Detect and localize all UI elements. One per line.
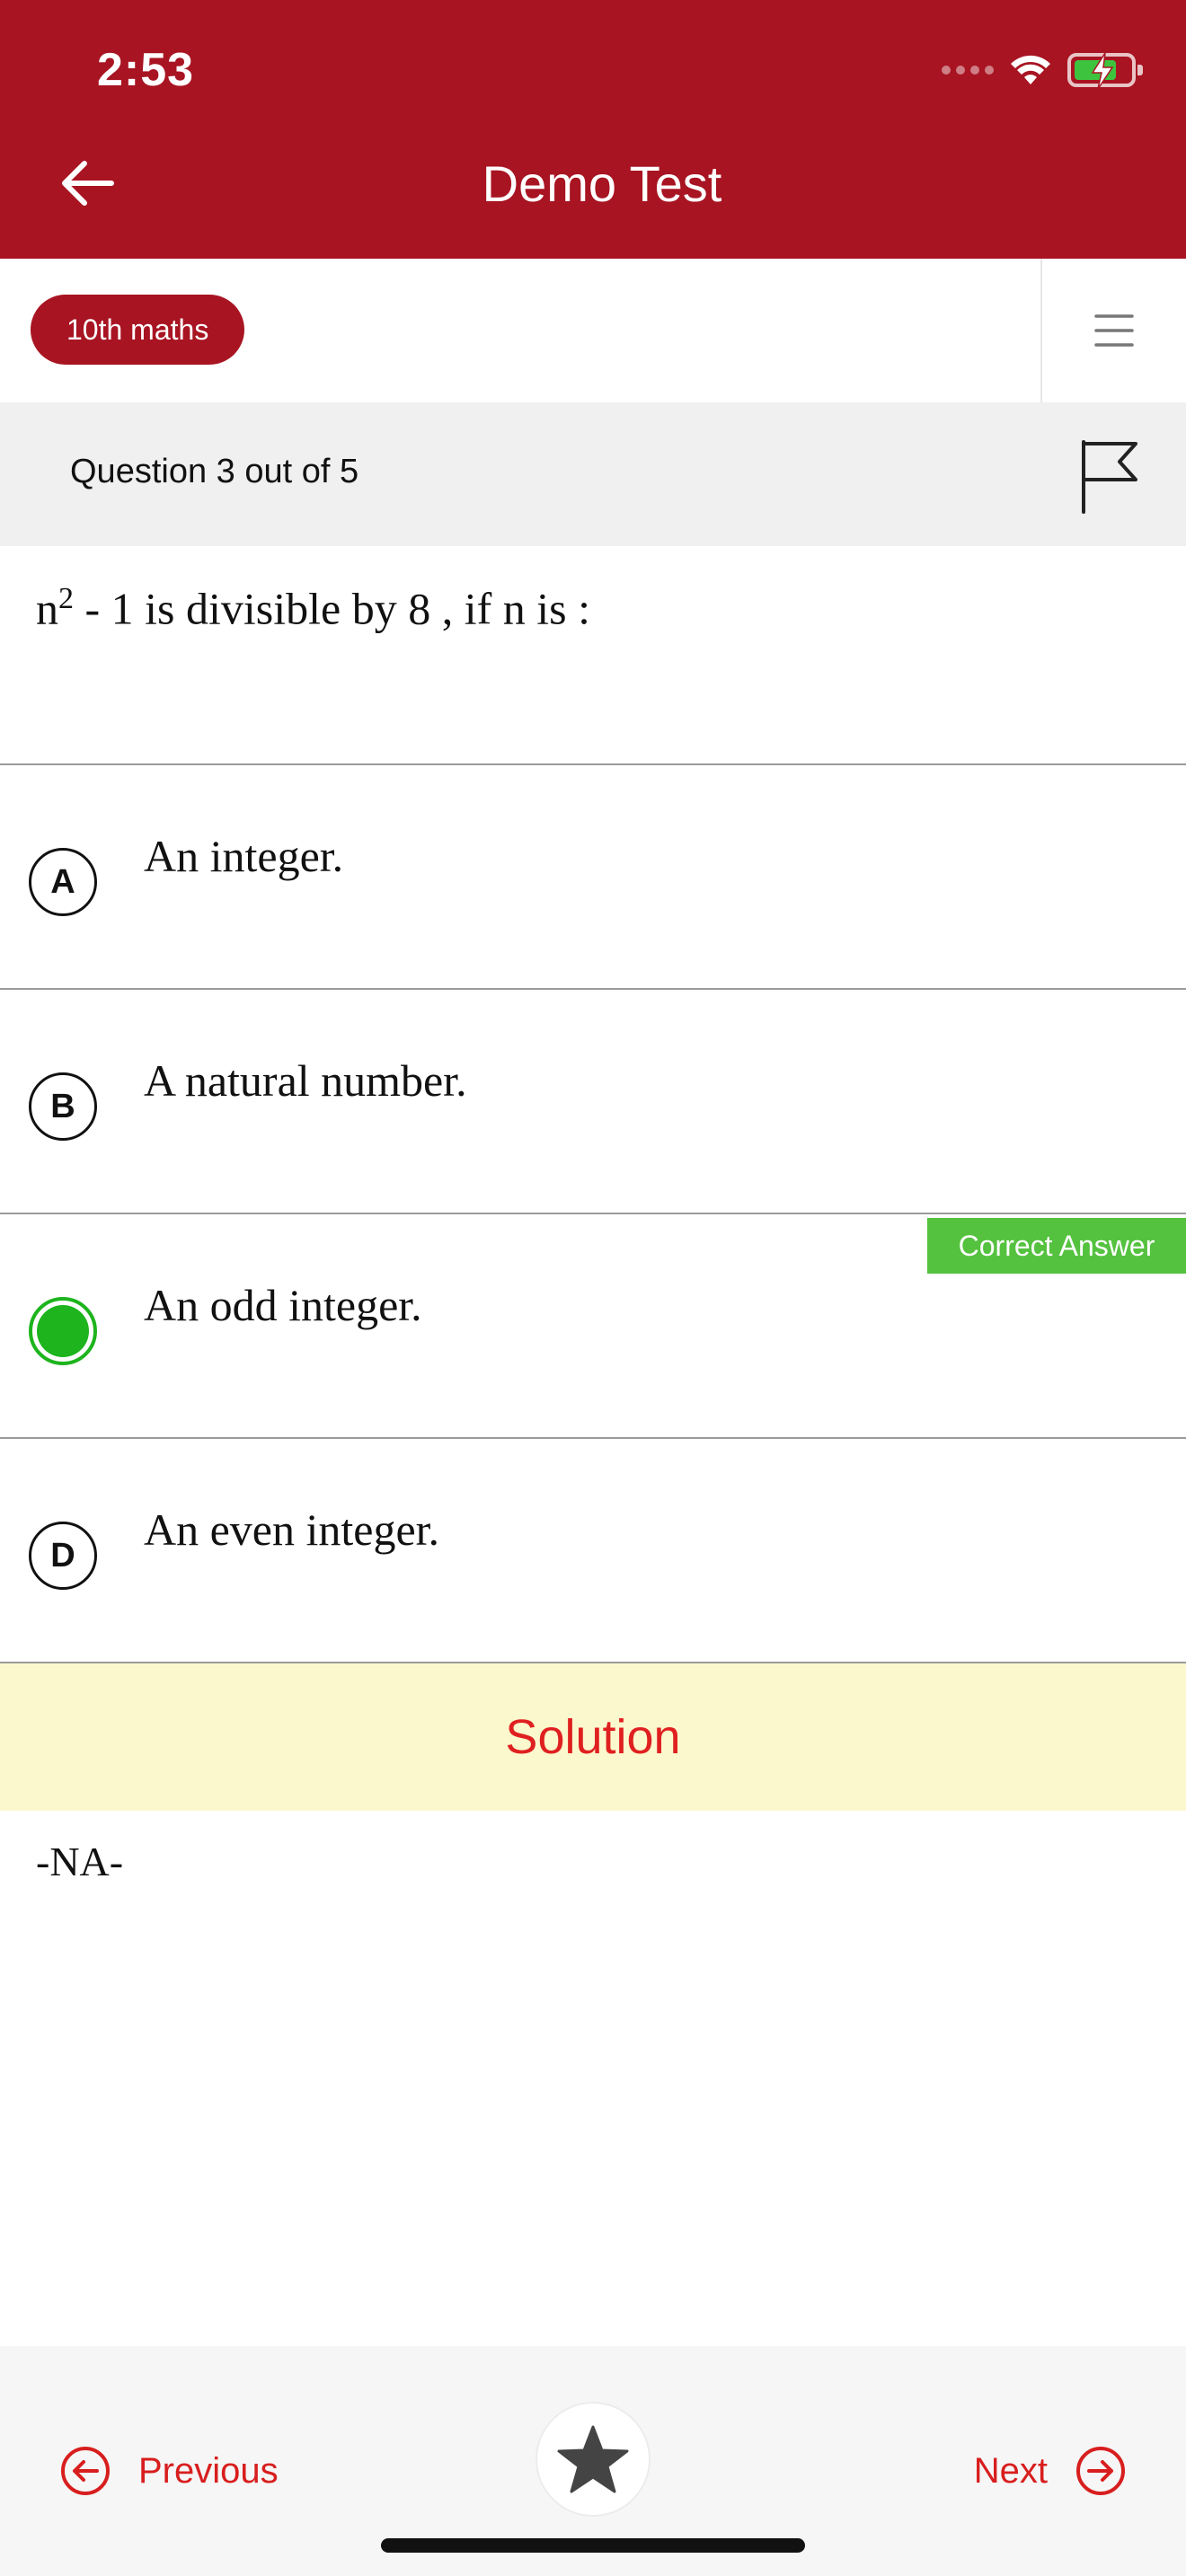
solution-text: -NA- bbox=[36, 1839, 124, 1884]
menu-button[interactable] bbox=[1040, 259, 1186, 402]
option-a[interactable]: A An integer. bbox=[0, 767, 1186, 990]
option-text-a: An integer. bbox=[144, 831, 344, 881]
arrow-circle-right-icon bbox=[1076, 2447, 1125, 2495]
solution-header: Solution bbox=[0, 1663, 1186, 1811]
star-icon bbox=[557, 2425, 629, 2493]
flag-question-button[interactable] bbox=[1073, 437, 1145, 517]
status-icons bbox=[942, 49, 1143, 92]
previous-label: Previous bbox=[138, 2450, 279, 2491]
option-text-d: An even integer. bbox=[144, 1504, 440, 1555]
option-b[interactable]: B A natural number. bbox=[0, 992, 1186, 1214]
solution-title: Solution bbox=[505, 1710, 681, 1764]
selected-radio-icon bbox=[29, 1297, 97, 1365]
flag-icon bbox=[1082, 440, 1137, 514]
option-letter-d: D bbox=[29, 1522, 97, 1590]
page-title: Demo Test bbox=[482, 155, 722, 212]
next-button[interactable]: Next bbox=[974, 2445, 1127, 2497]
app-header: 2:53 Demo Test bbox=[0, 0, 1186, 259]
status-time: 2:53 bbox=[97, 44, 195, 96]
option-c[interactable]: Correct Answer An odd integer. bbox=[0, 1216, 1186, 1439]
bookmark-star-button[interactable] bbox=[535, 2402, 651, 2517]
subject-pill[interactable]: 10th maths bbox=[31, 295, 245, 365]
option-text-c: An odd integer. bbox=[144, 1280, 422, 1330]
question-info-bar: Question 3 out of 5 bbox=[0, 402, 1186, 546]
wifi-icon bbox=[1011, 55, 1050, 84]
next-label: Next bbox=[973, 2450, 1048, 2491]
option-letter-a: A bbox=[29, 848, 97, 916]
arrow-circle-left-icon bbox=[61, 2447, 110, 2495]
battery-charging-icon bbox=[1067, 52, 1143, 90]
question-counter: Question 3 out of 5 bbox=[70, 453, 359, 490]
cellular-signal-icon bbox=[942, 66, 994, 75]
question-exponent: 2 bbox=[58, 582, 74, 615]
home-indicator bbox=[381, 2538, 805, 2553]
option-letter-b: B bbox=[29, 1072, 97, 1141]
question-panel: n2 - 1 is divisible by 8 , if n is : bbox=[0, 546, 1186, 765]
question-text: n2 - 1 is divisible by 8 , if n is : bbox=[36, 582, 590, 634]
hamburger-menu-icon bbox=[1094, 314, 1134, 347]
option-text-b: A natural number. bbox=[144, 1055, 467, 1106]
correct-answer-badge: Correct Answer bbox=[927, 1218, 1186, 1274]
previous-button[interactable]: Previous bbox=[59, 2445, 279, 2497]
option-d[interactable]: D An even integer. bbox=[0, 1441, 1186, 1663]
subject-bar: 10th maths bbox=[0, 259, 1186, 402]
